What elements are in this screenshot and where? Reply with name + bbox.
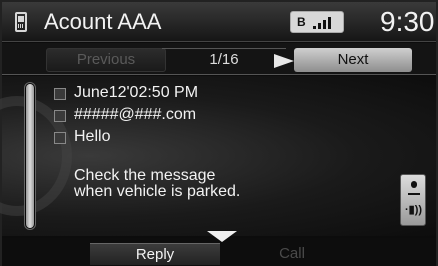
next-button[interactable]: Next — [294, 48, 412, 72]
scrollbar[interactable] — [24, 82, 36, 230]
message-sender: #####@###.com — [74, 106, 197, 123]
reply-button[interactable]: Reply — [90, 243, 220, 265]
message-subject: Hello — [74, 128, 111, 145]
scroll-thumb[interactable] — [26, 84, 34, 228]
clock: 9:30 — [380, 6, 435, 37]
message-date: June12'02:50 PM — [74, 84, 199, 101]
header-bar: Acount AAA B 9:30 — [2, 2, 436, 42]
message-body-line: Check the message — [74, 167, 216, 184]
page-indicator: 1/16 — [162, 48, 286, 72]
phone-icon — [15, 12, 27, 32]
contact-icon — [54, 110, 66, 122]
arrow-down-icon — [207, 231, 237, 242]
clock-icon — [54, 88, 66, 100]
call-button[interactable]: Call — [232, 243, 352, 265]
arrow-right-icon — [274, 54, 294, 68]
voice-person-icon — [407, 181, 421, 195]
speaker-icon: ·▮)) — [405, 204, 423, 216]
account-title: Acount AAA — [44, 9, 162, 34]
previous-button[interactable]: Previous — [46, 48, 166, 72]
message-body-line: when vehicle is parked. — [74, 183, 241, 200]
footer-bar: Reply Call — [2, 238, 436, 266]
read-aloud-button[interactable]: ·▮)) — [400, 174, 426, 226]
message-navigation: Previous 1/16 Next — [2, 43, 436, 75]
signal-strength-icon — [313, 17, 335, 29]
status-indicator: B — [290, 11, 344, 33]
bluetooth-icon: B — [297, 15, 306, 29]
message-content: June12'02:50 PM #####@###.com Hello Chec… — [0, 76, 436, 236]
message-body: Check the message when vehicle is parked… — [74, 168, 384, 200]
subject-icon — [54, 132, 66, 144]
phone-message-screen: Acount AAA B 9:30 Previous 1/16 Next Jun… — [0, 0, 438, 266]
